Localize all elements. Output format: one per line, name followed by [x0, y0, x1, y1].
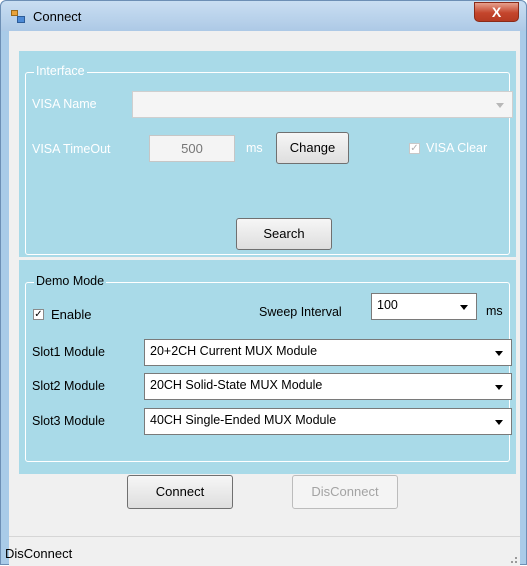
visa-name-combo[interactable]	[132, 91, 513, 118]
connect-button[interactable]: Connect	[127, 475, 233, 509]
resize-grip-icon[interactable]	[507, 553, 517, 563]
visa-clear-checkbox[interactable]: ✓	[409, 143, 420, 154]
chevron-down-icon	[495, 385, 503, 390]
connect-window: Connect X Interface VISA Name VISA TimeO…	[0, 0, 527, 566]
slot3-value: 40CH Single-Ended MUX Module	[150, 413, 337, 427]
checkbox-check-icon: ✓	[410, 143, 419, 154]
client-area: Interface VISA Name VISA TimeOut 500 ms …	[9, 31, 520, 536]
status-bar: DisConnect	[5, 536, 520, 566]
visa-timeout-input[interactable]: 500	[149, 135, 235, 162]
window-title: Connect	[33, 9, 82, 24]
visa-timeout-label: VISA TimeOut	[32, 142, 111, 156]
app-window-icon	[11, 10, 25, 23]
demo-mode-legend: Demo Mode	[34, 274, 107, 288]
chevron-down-icon	[495, 351, 503, 356]
disconnect-button[interactable]: DisConnect	[292, 475, 398, 509]
checkbox-check-icon: ✓	[34, 309, 43, 320]
search-button[interactable]: Search	[236, 218, 332, 250]
close-button[interactable]: X	[474, 2, 519, 22]
status-text: DisConnect	[5, 546, 73, 561]
title-bar: Connect X	[1, 1, 526, 31]
close-icon: X	[491, 4, 502, 20]
sweep-interval-combo[interactable]: 100	[371, 293, 477, 320]
slot2-label: Slot2 Module	[32, 379, 105, 393]
interface-panel: Interface VISA Name VISA TimeOut 500 ms …	[19, 51, 516, 257]
chevron-down-icon	[495, 420, 503, 425]
slot3-combo[interactable]: 40CH Single-Ended MUX Module	[144, 408, 512, 435]
slot1-value: 20+2CH Current MUX Module	[150, 344, 318, 358]
interface-legend: Interface	[34, 64, 87, 78]
slot1-combo[interactable]: 20+2CH Current MUX Module	[144, 339, 512, 366]
demo-mode-panel: Demo Mode ✓ Enable Sweep Interval 100 ms…	[19, 260, 516, 474]
sweep-interval-value: 100	[377, 298, 398, 312]
slot2-value: 20CH Solid-State MUX Module	[150, 378, 323, 392]
visa-clear-label: VISA Clear	[426, 141, 488, 155]
sweep-unit-label: ms	[486, 304, 503, 318]
chevron-down-icon	[460, 305, 468, 310]
slot2-combo[interactable]: 20CH Solid-State MUX Module	[144, 373, 512, 400]
visa-name-label: VISA Name	[32, 97, 97, 111]
slot3-label: Slot3 Module	[32, 414, 105, 428]
chevron-down-icon	[496, 103, 504, 108]
change-button[interactable]: Change	[276, 132, 349, 164]
slot1-label: Slot1 Module	[32, 345, 105, 359]
sweep-interval-label: Sweep Interval	[259, 305, 342, 319]
enable-label: Enable	[51, 307, 92, 322]
timeout-unit-label: ms	[246, 141, 263, 155]
enable-checkbox[interactable]: ✓	[33, 309, 44, 320]
